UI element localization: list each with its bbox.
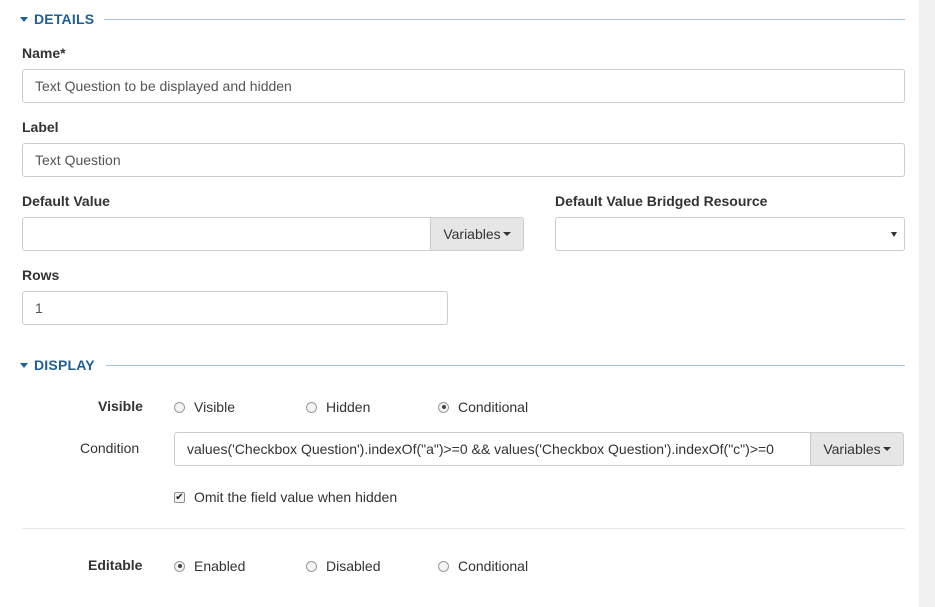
details-section-title: DETAILS xyxy=(34,11,95,27)
editable-label: Editable xyxy=(88,557,143,573)
details-section-header[interactable]: DETAILS xyxy=(20,9,94,29)
editable-option-disabled[interactable]: Disabled xyxy=(306,557,380,575)
default-value-variables-button[interactable]: Variables xyxy=(430,217,524,251)
section-divider xyxy=(22,528,905,529)
label-input[interactable]: Text Question xyxy=(22,143,905,177)
radio-icon xyxy=(306,560,317,572)
editable-option-label: Enabled xyxy=(194,558,246,574)
condition-variables-button[interactable]: Variables xyxy=(810,432,904,466)
default-value-input[interactable] xyxy=(22,217,431,251)
name-input[interactable]: Text Question to be displayed and hidden xyxy=(22,69,905,103)
radio-checked-icon xyxy=(174,560,185,572)
rows-input[interactable]: 1 xyxy=(22,291,448,325)
radio-icon xyxy=(174,401,185,413)
visible-label: Visible xyxy=(98,398,143,414)
variables-button-label: Variables xyxy=(823,441,881,457)
visible-option-conditional[interactable]: Conditional xyxy=(438,398,528,416)
visible-option-label: Hidden xyxy=(326,399,371,415)
display-section-title: DISPLAY xyxy=(34,357,95,373)
editable-option-label: Disabled xyxy=(326,558,381,574)
display-section-header[interactable]: DISPLAY xyxy=(20,355,95,375)
variables-button-label: Variables xyxy=(443,226,501,242)
name-label: Name* xyxy=(22,45,66,61)
radio-icon xyxy=(306,401,317,413)
visible-option-label: Conditional xyxy=(458,399,529,415)
default-value-label: Default Value xyxy=(22,193,110,209)
radio-checked-icon xyxy=(438,401,449,413)
condition-input[interactable]: values('Checkbox Question').indexOf("a")… xyxy=(174,432,811,466)
display-section-divider xyxy=(106,365,905,366)
label-label: Label xyxy=(22,119,59,135)
editable-option-enabled[interactable]: Enabled xyxy=(174,557,245,575)
scrollbar[interactable] xyxy=(919,0,935,607)
visible-option-label: Visible xyxy=(194,399,235,415)
select-caret-icon xyxy=(891,232,897,237)
bridged-resource-select[interactable] xyxy=(555,217,905,251)
visible-option-visible[interactable]: Visible xyxy=(174,398,235,416)
editable-option-conditional[interactable]: Conditional xyxy=(438,557,528,575)
editable-option-label: Conditional xyxy=(458,558,529,574)
bridged-resource-label: Default Value Bridged Resource xyxy=(555,193,768,209)
condition-label: Condition xyxy=(80,440,140,456)
rows-label: Rows xyxy=(22,267,60,283)
omit-when-hidden-label: Omit the field value when hidden xyxy=(194,489,398,505)
details-section-divider xyxy=(104,19,905,20)
omit-when-hidden-checkbox[interactable]: ✔ xyxy=(174,492,185,503)
dropdown-caret-icon xyxy=(502,232,511,236)
dropdown-caret-icon xyxy=(882,447,891,451)
radio-icon xyxy=(438,560,449,572)
caret-down-icon xyxy=(20,16,28,22)
visible-option-hidden[interactable]: Hidden xyxy=(306,398,370,416)
caret-down-icon xyxy=(20,362,28,368)
